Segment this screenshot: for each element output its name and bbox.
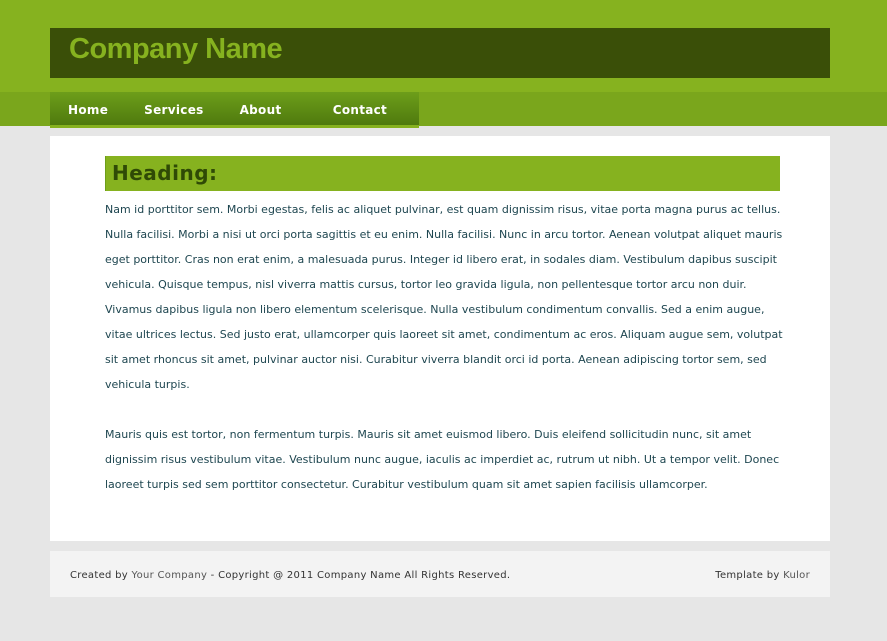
footer-copyright: Created by Your Company - Copyright @ 20… xyxy=(70,570,510,581)
copyright-text: - Copyright @ 2011 Company Name All Righ… xyxy=(207,570,511,581)
company-name[interactable]: Company Name xyxy=(69,33,283,66)
paragraph: Mauris quis est tortor, non fermentum tu… xyxy=(105,428,780,491)
footer-credit: Template by Kulor xyxy=(715,570,810,581)
template-by-label: Template by xyxy=(715,570,784,581)
footer: Created by Your Company - Copyright @ 20… xyxy=(50,551,830,597)
paragraph: Vivamus dapibus ligula non libero elemen… xyxy=(105,303,783,391)
nav-about-us[interactable]: About Us xyxy=(222,92,315,153)
heading-bar: Heading: xyxy=(105,156,780,191)
paragraph: Nam id porttitor sem. Morbi egestas, fel… xyxy=(105,203,783,291)
nav-contact-us[interactable]: Contact Us xyxy=(315,92,419,153)
logo-bar: Company Name xyxy=(50,28,830,78)
page-heading: Heading: xyxy=(112,161,218,185)
nav-services[interactable]: Services xyxy=(126,92,221,125)
nav-home[interactable]: Home xyxy=(50,92,126,125)
main-content: Heading: Nam id porttitor sem. Morbi ege… xyxy=(50,136,830,541)
content-text: Nam id porttitor sem. Morbi egestas, fel… xyxy=(105,197,785,497)
your-company-link[interactable]: Your Company xyxy=(132,570,208,581)
main-nav: Home Services About Us Contact Us xyxy=(50,92,419,153)
created-by-label: Created by xyxy=(70,570,132,581)
kulor-link[interactable]: Kulor xyxy=(783,570,810,581)
